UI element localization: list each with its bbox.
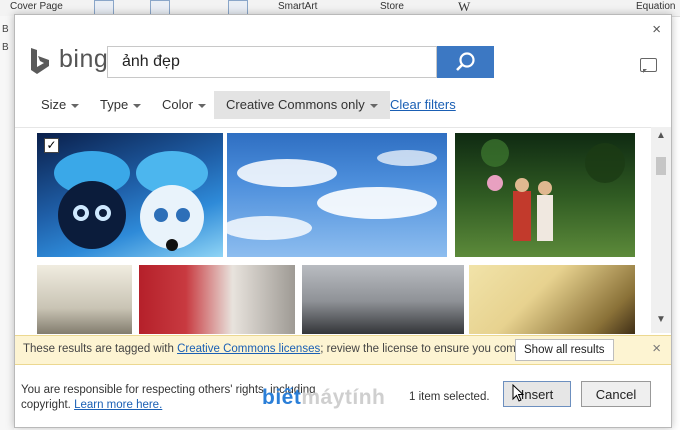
left-letter-2: B bbox=[2, 42, 9, 53]
left-background-strip: B B bbox=[0, 16, 14, 430]
scroll-up-icon[interactable]: ▲ bbox=[655, 131, 667, 141]
scroll-thumb[interactable] bbox=[656, 157, 666, 175]
ribbon-smartart: SmartArt bbox=[278, 1, 318, 12]
watermark-part2: máytính bbox=[301, 386, 386, 409]
ribbon-wikipedia: W bbox=[458, 0, 471, 14]
online-pictures-dialog: × bing Size Type Color Creative Commons … bbox=[14, 14, 672, 428]
notice-close-icon[interactable]: × bbox=[652, 340, 661, 357]
left-letter-1: B bbox=[2, 24, 9, 35]
search-button[interactable] bbox=[437, 46, 494, 78]
filter-type[interactable]: Type bbox=[100, 91, 142, 119]
selected-checkbox[interactable]: ✓ bbox=[44, 138, 59, 153]
selected-count: 1 item selected. bbox=[409, 391, 490, 403]
result-image-sky[interactable] bbox=[227, 133, 447, 257]
creative-commons-notice: These results are tagged with Creative C… bbox=[15, 335, 671, 365]
clear-filters-link[interactable]: Clear filters bbox=[390, 91, 456, 119]
chevron-down-icon bbox=[198, 103, 207, 108]
mouse-cursor-icon bbox=[512, 384, 524, 402]
result-image-wedding-window[interactable] bbox=[37, 265, 132, 334]
filter-cc-label: Creative Commons only bbox=[226, 97, 365, 112]
cancel-button[interactable]: Cancel bbox=[581, 381, 651, 407]
result-image-sunset-guitar[interactable] bbox=[469, 265, 635, 334]
filter-size-label: Size bbox=[41, 97, 67, 112]
couple-artwork bbox=[481, 139, 625, 241]
filter-creative-commons[interactable]: Creative Commons only bbox=[214, 91, 390, 119]
chevron-down-icon bbox=[133, 103, 142, 108]
sky-artwork bbox=[227, 150, 437, 240]
chevron-down-icon bbox=[71, 103, 80, 108]
bing-brand-text: bing bbox=[59, 45, 109, 73]
show-all-results-button[interactable]: Show all results bbox=[515, 339, 614, 361]
filter-color[interactable]: Color bbox=[162, 91, 207, 119]
scroll-down-icon[interactable]: ▼ bbox=[655, 315, 667, 325]
result-image-couple-forest[interactable] bbox=[455, 133, 635, 257]
search-input[interactable] bbox=[108, 47, 442, 77]
ribbon-equation: Equation bbox=[636, 1, 676, 12]
results-scrollbar[interactable]: ▲ ▼ bbox=[651, 127, 671, 333]
filter-type-label: Type bbox=[100, 97, 129, 112]
filter-bar: Size Type Color Creative Commons only Cl… bbox=[15, 91, 655, 119]
image-results-grid: ✓ bbox=[15, 127, 651, 334]
cats-artwork bbox=[54, 151, 208, 251]
cc-notice-text: These results are tagged with Creative C… bbox=[23, 343, 533, 355]
ribbon-store: Store bbox=[380, 1, 404, 12]
cc-notice-prefix: These results are tagged with bbox=[23, 343, 178, 355]
filter-color-label: Color bbox=[162, 97, 194, 112]
filter-size[interactable]: Size bbox=[41, 91, 80, 119]
cc-notice-suffix: ; review the license to ensure you compl… bbox=[320, 343, 533, 355]
search-box bbox=[107, 46, 442, 78]
chevron-down-icon bbox=[369, 103, 378, 108]
watermark-part1: biết bbox=[262, 386, 302, 409]
site-watermark: biếtmáytính bbox=[262, 386, 385, 410]
bing-logo-icon bbox=[31, 48, 49, 74]
feedback-icon[interactable] bbox=[640, 58, 657, 73]
ribbon-cover-page: Cover Page bbox=[10, 1, 63, 12]
search-icon bbox=[456, 52, 475, 71]
cc-licenses-link[interactable]: Creative Commons licenses bbox=[177, 343, 320, 355]
result-image-wedding-flowers[interactable] bbox=[139, 265, 295, 334]
result-image-cats[interactable]: ✓ bbox=[37, 133, 223, 257]
dialog-close-button[interactable]: × bbox=[652, 21, 661, 38]
learn-more-link[interactable]: Learn more here. bbox=[74, 399, 162, 411]
result-image-car[interactable] bbox=[302, 265, 464, 334]
